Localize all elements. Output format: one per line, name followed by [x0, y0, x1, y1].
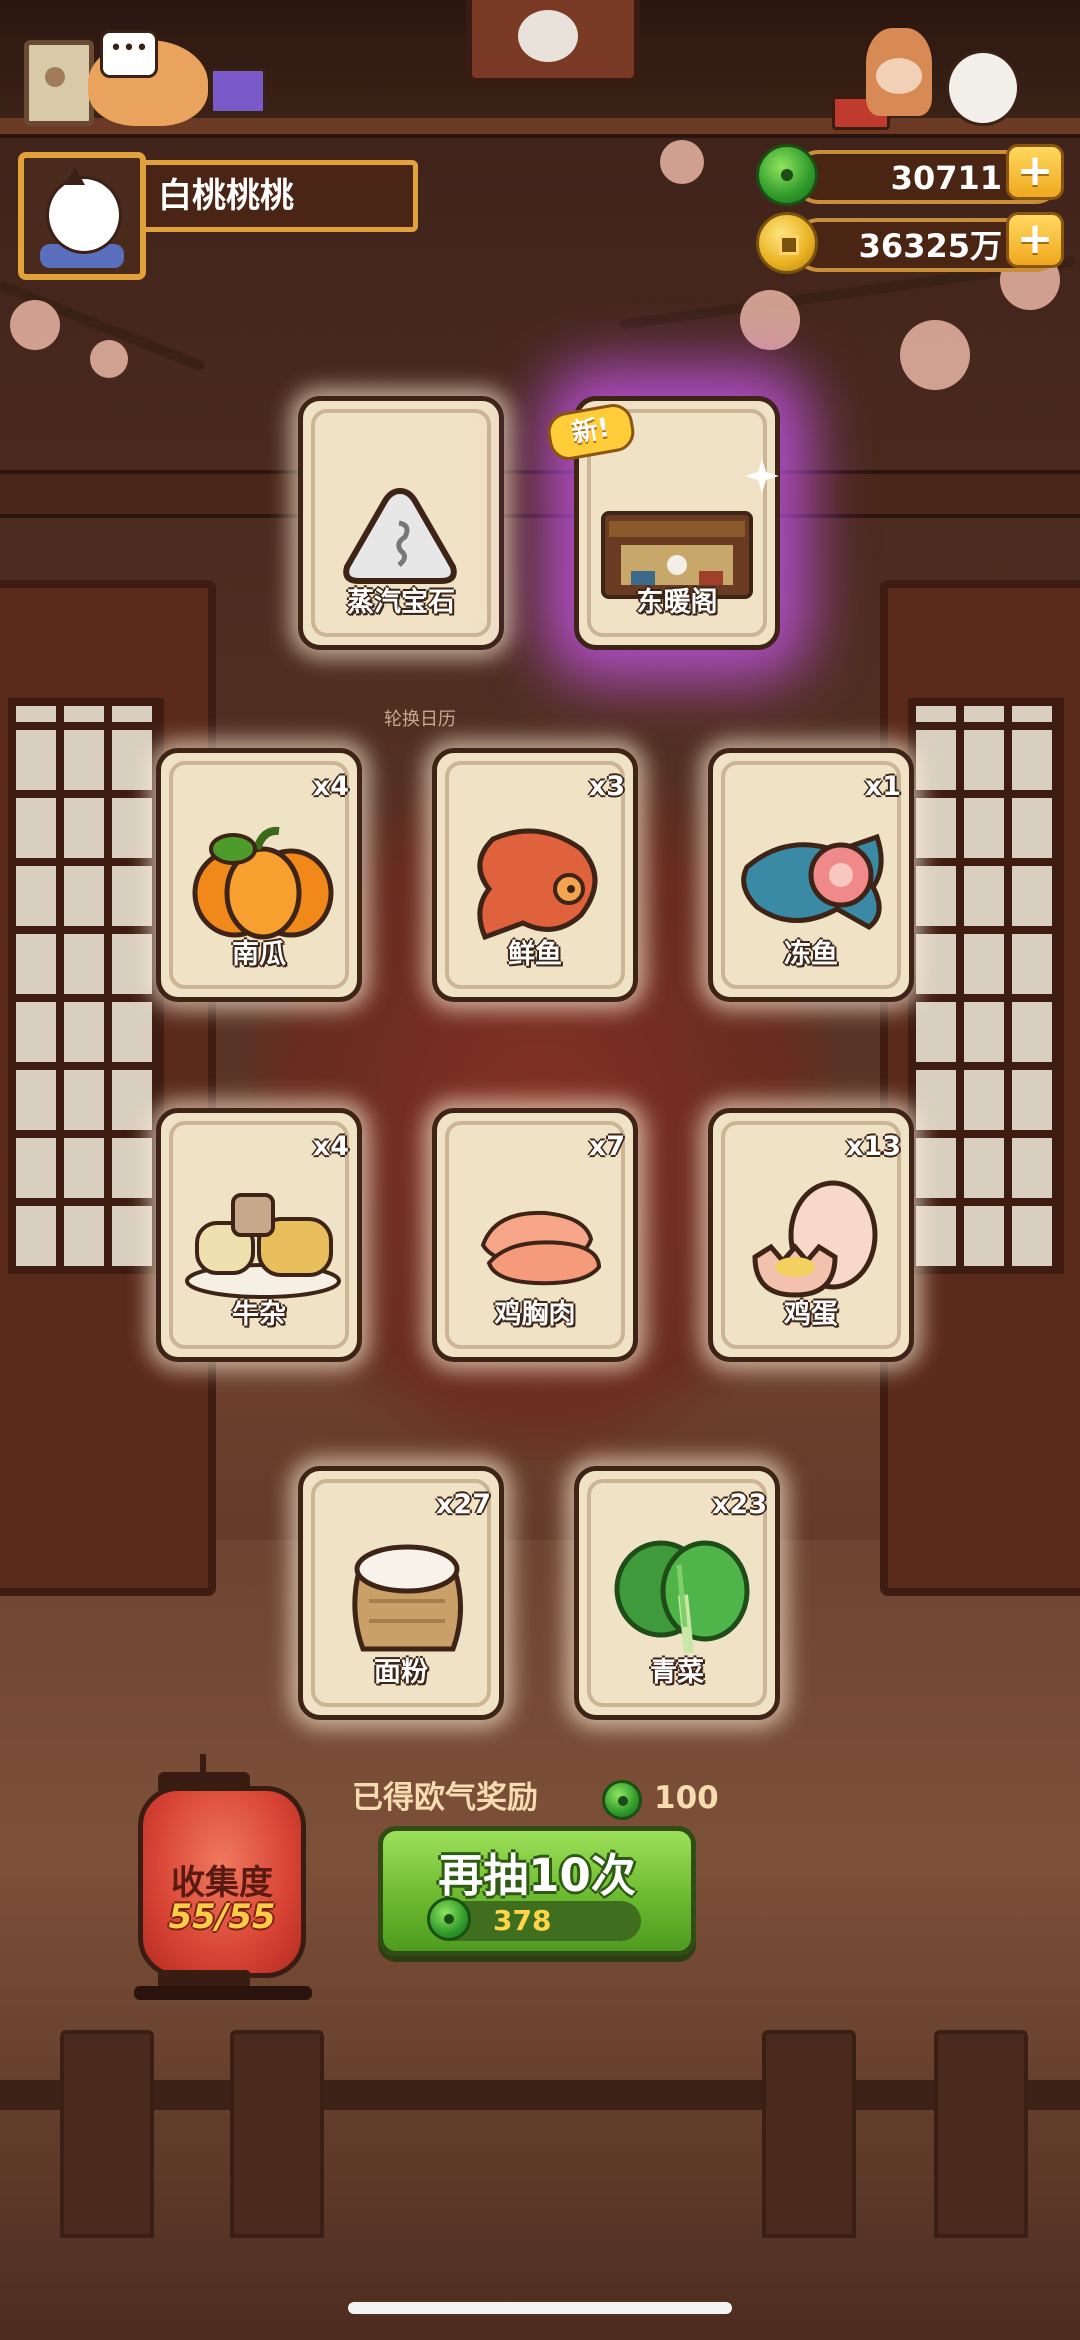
- card-label: 青菜: [650, 1657, 704, 1688]
- reward-card[interactable]: x7 鸡胸肉: [432, 1108, 638, 1362]
- reward-card[interactable]: x3 鲜鱼: [432, 748, 638, 1002]
- reward-card[interactable]: x4 牛杂: [156, 1108, 362, 1362]
- draw-cost-pill: 378: [427, 1897, 641, 1941]
- fence-post: [60, 2030, 154, 2238]
- card-quantity: x7: [588, 1131, 625, 1162]
- white-cat-character[interactable]: [946, 50, 1020, 126]
- draw-again-button[interactable]: 再抽10次 378: [378, 1826, 696, 1956]
- card-label: 牛杂: [232, 1299, 286, 1330]
- reward-card[interactable]: x1 冻鱼: [708, 748, 914, 1002]
- right-lattice-door: [880, 580, 1080, 1596]
- card-label: 鲜鱼: [508, 939, 562, 970]
- jade-icon: [427, 1897, 471, 1941]
- coin-amount: 36325万: [858, 227, 1002, 265]
- card-quantity: x4: [312, 771, 349, 802]
- blossom-flower: [10, 300, 60, 350]
- shopkeeper-character[interactable]: [866, 28, 932, 116]
- card-quantity: x1: [864, 771, 901, 802]
- lantern-stand: [134, 1986, 312, 2000]
- player-avatar[interactable]: [18, 152, 146, 280]
- chicken-breast-icon: [480, 1210, 602, 1286]
- wall-rail: [0, 470, 1080, 518]
- frozen-fish-icon: [741, 833, 884, 930]
- egg-icon: [752, 1180, 878, 1298]
- left-lattice-door: [0, 580, 216, 1596]
- card-label: 鸡蛋: [784, 1299, 838, 1330]
- flour-sack-icon: [352, 1544, 464, 1652]
- jade-icon: [756, 144, 818, 206]
- wall-sign-text: 轮换日历: [384, 709, 456, 730]
- card-label: 南瓜: [232, 939, 286, 970]
- fresh-fish-icon: [477, 828, 598, 941]
- card-label: 东暖阁: [636, 587, 718, 618]
- card-label: 冻鱼: [784, 939, 838, 970]
- jade-amount: 30711: [890, 159, 1002, 197]
- green-vegetable-icon: [614, 1540, 750, 1654]
- fence-post: [934, 2030, 1028, 2238]
- card-quantity: x4: [312, 1131, 349, 1162]
- coin-icon: [756, 212, 818, 274]
- sparkle-icon: [745, 459, 779, 493]
- collection-lantern[interactable]: 收集度 55/55: [138, 1786, 306, 1978]
- beef-offal-icon: [185, 1193, 341, 1299]
- home-indicator[interactable]: [348, 2302, 732, 2314]
- luck-reward-label: 已得欧气奖励: [352, 1780, 538, 1816]
- reward-card[interactable]: x4 南瓜: [156, 748, 362, 1002]
- add-coin-button[interactable]: +: [1006, 212, 1064, 268]
- card-label: 鸡胸肉: [494, 1299, 576, 1330]
- add-jade-button[interactable]: +: [1006, 144, 1064, 200]
- card-quantity: x27: [436, 1489, 491, 1520]
- fence-rail: [0, 2080, 1080, 2110]
- blossom-flower: [660, 140, 704, 184]
- reward-card[interactable]: 蒸汽宝石: [298, 396, 504, 650]
- wall-scroll-picture: [24, 40, 94, 126]
- blossom-flower: [90, 340, 128, 378]
- player-name-bar: 白桃桃桃: [146, 160, 418, 232]
- collection-count: 55/55: [168, 1897, 276, 1937]
- draw-again-label: 再抽10次: [438, 1849, 636, 1902]
- chat-bubble-icon[interactable]: •••: [100, 30, 158, 78]
- avatar-cat-icon: [46, 167, 122, 254]
- fence-post: [230, 2030, 324, 2238]
- reward-card[interactable]: x23 青菜: [574, 1466, 780, 1720]
- player-name: 白桃桃桃: [158, 176, 294, 216]
- card-quantity: x13: [846, 1131, 901, 1162]
- blossom-flower: [900, 320, 970, 390]
- hanging-portrait-frame: [466, 0, 640, 84]
- pumpkin-icon: [192, 826, 334, 940]
- book-icon: [210, 68, 266, 114]
- blossom-flower: [740, 290, 800, 350]
- steam-gem-icon: [343, 487, 457, 584]
- fence-post: [762, 2030, 856, 2238]
- reward-card[interactable]: x27 面粉: [298, 1466, 504, 1720]
- jade-icon: [602, 1780, 642, 1820]
- card-quantity: x23: [712, 1489, 767, 1520]
- card-label: 面粉: [374, 1657, 428, 1688]
- card-quantity: x3: [588, 771, 625, 802]
- reward-card[interactable]: x13 鸡蛋: [708, 1108, 914, 1362]
- draw-cost-value: 378: [493, 1904, 552, 1937]
- card-label: 蒸汽宝石: [347, 587, 455, 618]
- luck-reward-value: 100: [654, 1780, 719, 1816]
